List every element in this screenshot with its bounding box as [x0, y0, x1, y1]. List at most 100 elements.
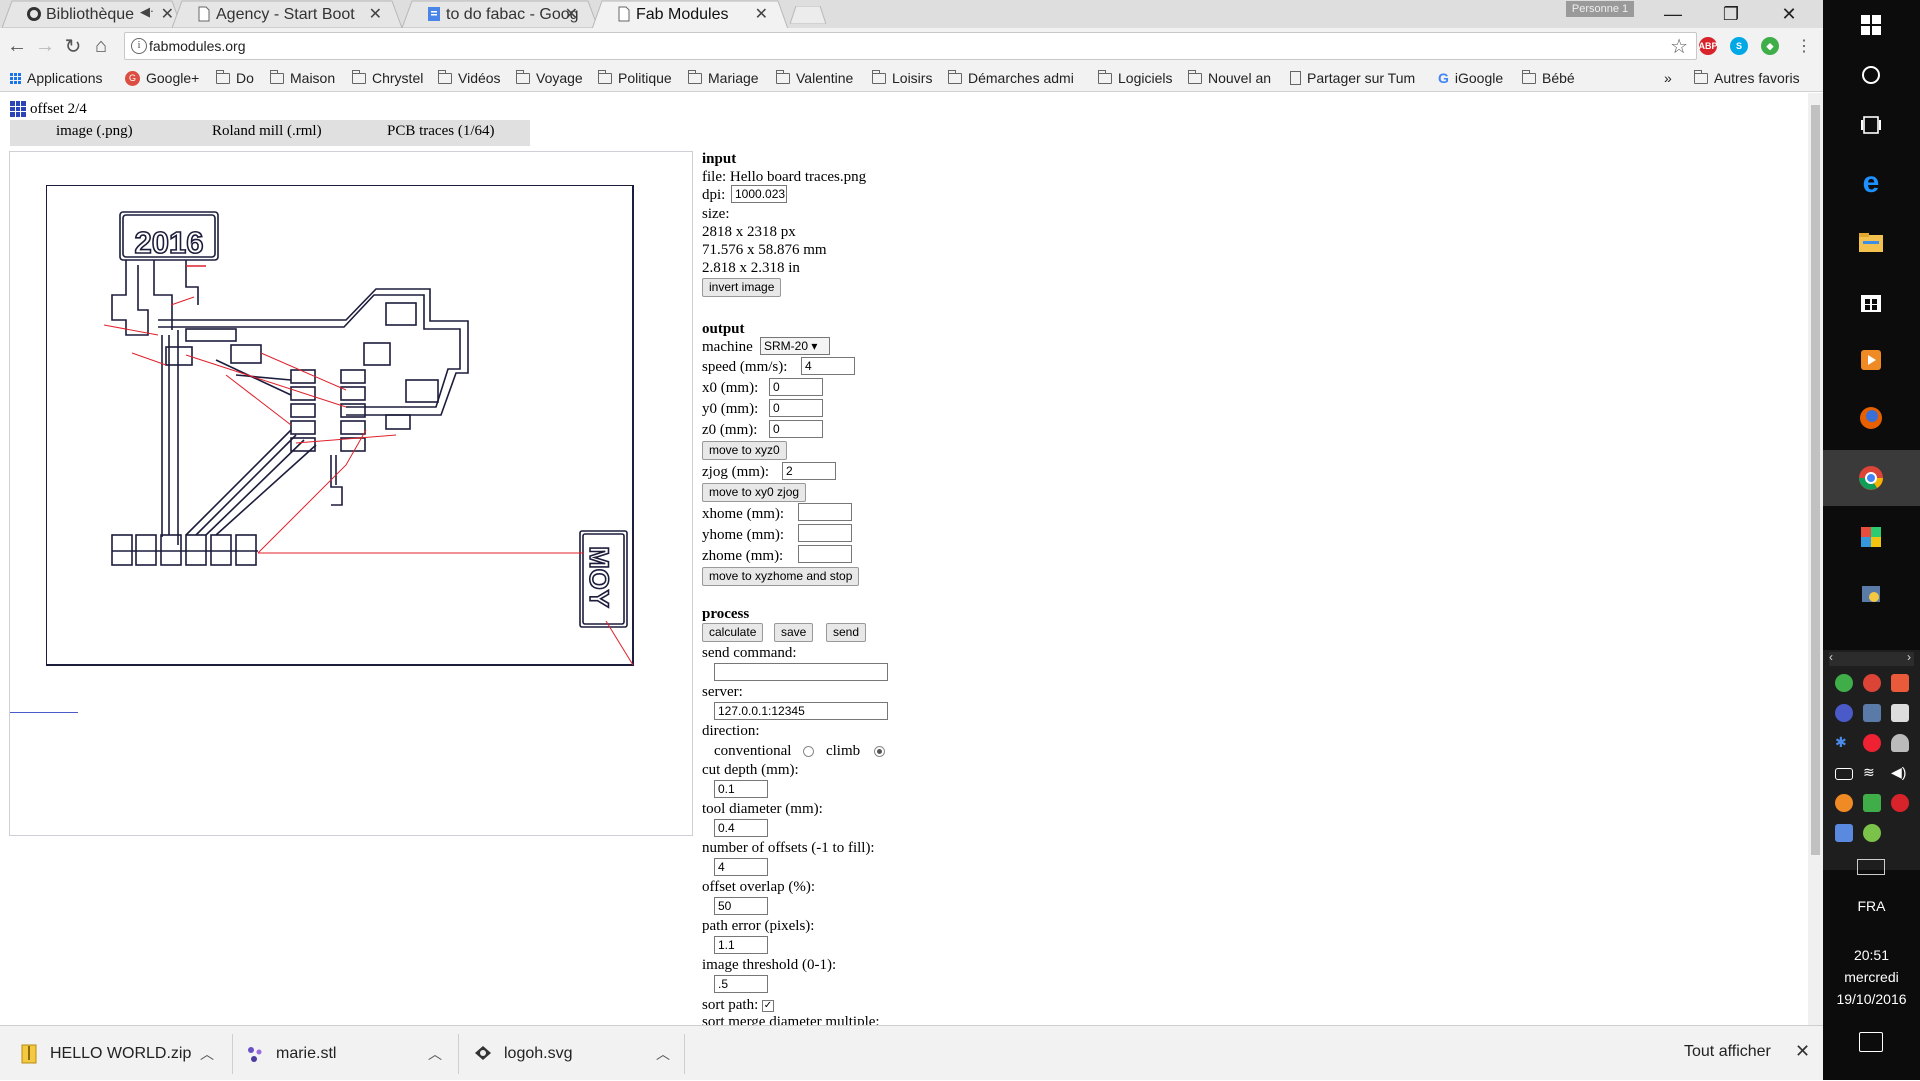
inkscape-tray-icon[interactable] — [1891, 704, 1909, 722]
tool-diameter-input[interactable]: 0.4 — [714, 819, 768, 837]
sync-tray-icon[interactable] — [1835, 704, 1853, 722]
send-button[interactable]: send — [826, 623, 867, 642]
x0-input[interactable]: 0 — [769, 378, 823, 396]
download-item-stl[interactable]: marie.stl ︿ — [246, 1026, 446, 1081]
bookmark-politique[interactable]: Politique — [598, 68, 672, 88]
zhome-input[interactable] — [798, 545, 852, 563]
chevron-right-icon[interactable]: › — [1907, 650, 1911, 664]
save-button[interactable]: save — [774, 623, 814, 642]
calculate-button[interactable]: calculate — [702, 623, 764, 642]
menu-icon[interactable]: ⋮ — [1792, 34, 1816, 58]
close-tab-icon[interactable]: ✕ — [565, 4, 578, 24]
move-to-xy0-zjog-button[interactable]: move to xy0 zjog — [702, 483, 807, 502]
app-tray-icon[interactable] — [1891, 674, 1909, 692]
language-indicator[interactable]: FRA — [1823, 898, 1920, 914]
bookmark-google-plus[interactable]: G Google+ — [125, 68, 199, 88]
climb-radio[interactable] — [873, 746, 885, 758]
bookmark-partager-tumblr[interactable]: Partager sur Tum — [1290, 68, 1415, 88]
forward-icon[interactable]: → — [33, 34, 57, 58]
task-view-icon[interactable] — [1851, 105, 1891, 145]
evernote-icon[interactable]: ◆ — [1761, 37, 1779, 55]
back-icon[interactable]: ← — [5, 34, 29, 58]
evernote-tray-icon[interactable] — [1835, 674, 1853, 692]
bookmark-do[interactable]: Do — [216, 68, 254, 88]
yhome-input[interactable] — [798, 524, 852, 542]
info-icon[interactable]: i — [131, 38, 147, 54]
vertical-scrollbar[interactable] — [1808, 93, 1823, 1025]
chrome-icon[interactable] — [1851, 458, 1891, 498]
clock[interactable]: 20:51 mercredi 19/10/2016 — [1823, 944, 1920, 1010]
tab-roland-mill[interactable]: Roland mill (.rml) — [212, 123, 322, 140]
speed-input[interactable]: 4 — [801, 357, 855, 375]
cut-depth-input[interactable]: 0.1 — [714, 780, 768, 798]
bookmark-demarches[interactable]: Démarches admi — [948, 68, 1074, 88]
bookmark-chrystel[interactable]: Chrystel — [352, 68, 423, 88]
sort-path-checkbox[interactable]: ✓ — [762, 999, 774, 1012]
chevron-up-icon[interactable]: ︿ — [656, 1044, 670, 1064]
conventional-radio[interactable] — [803, 746, 815, 758]
overlap-input[interactable]: 50 — [714, 897, 768, 915]
cortana-icon[interactable] — [1851, 55, 1891, 95]
tab-todo-fabac[interactable]: to do fabac - Googl ✕ — [402, 0, 599, 28]
wifi-icon[interactable]: ≋ — [1863, 764, 1881, 782]
xhome-input[interactable] — [798, 503, 852, 521]
scrollbar-thumb[interactable] — [1811, 105, 1820, 855]
new-tab-button[interactable] — [790, 6, 826, 24]
address-bar[interactable]: i fabmodules.org ☆ — [124, 32, 1697, 60]
battery-icon[interactable] — [1835, 768, 1853, 780]
close-tab-icon[interactable]: ✕ — [369, 4, 382, 24]
machine-select[interactable]: SRM-20 ▾ — [760, 337, 830, 355]
close-window-button[interactable]: ✕ — [1760, 0, 1818, 28]
z0-input[interactable]: 0 — [769, 420, 823, 438]
bookmark-voyage[interactable]: Voyage — [516, 68, 583, 88]
bookmark-applications[interactable]: Applications — [10, 68, 103, 88]
y0-input[interactable]: 0 — [769, 399, 823, 417]
chevron-up-icon[interactable]: ︿ — [428, 1044, 442, 1064]
tray-scrollbar[interactable] — [1829, 652, 1914, 666]
dropbox-tray-icon[interactable] — [1863, 794, 1881, 812]
green-app-tray-icon[interactable] — [1863, 824, 1881, 842]
red-app-tray-icon[interactable] — [1891, 794, 1909, 812]
server-input[interactable]: 127.0.0.1:12345 — [714, 702, 888, 720]
bookmark-mariage[interactable]: Mariage — [688, 68, 759, 88]
bookmark-maison[interactable]: Maison — [270, 68, 335, 88]
home-icon[interactable]: ⌂ — [89, 34, 113, 58]
tab-image-png[interactable]: image (.png) — [56, 123, 133, 140]
bookmark-logiciels[interactable]: Logiciels — [1098, 68, 1172, 88]
chevron-left-icon[interactable]: ‹ — [1829, 650, 1833, 664]
offsets-input[interactable]: 4 — [714, 858, 768, 876]
download-item-svg[interactable]: logoh.svg ︿ — [474, 1026, 674, 1081]
bookmark-loisirs[interactable]: Loisirs — [872, 68, 932, 88]
threshold-input[interactable]: .5 — [714, 975, 768, 993]
close-downloads-icon[interactable]: ✕ — [1795, 1041, 1810, 1062]
store-icon[interactable] — [1851, 281, 1891, 321]
close-tab-icon[interactable]: ✕ — [755, 4, 768, 24]
onedrive-icon[interactable] — [1891, 734, 1909, 752]
speaker-icon[interactable]: ◀ᐧ — [140, 4, 153, 20]
bluetooth-icon[interactable]: ✱ — [1835, 734, 1853, 752]
invert-image-button[interactable]: invert image — [702, 278, 782, 297]
move-to-home-button[interactable]: move to xyzhome and stop — [702, 567, 860, 586]
keyboard-icon[interactable] — [1857, 859, 1885, 875]
chrome-tray-icon[interactable] — [1863, 674, 1881, 692]
skype-icon[interactable]: S — [1730, 37, 1748, 55]
bookmarks-overflow-button[interactable]: » — [1664, 68, 1672, 88]
office-icon[interactable] — [1851, 517, 1891, 557]
bookmark-videos[interactable]: Vidéos — [438, 68, 501, 88]
show-all-downloads-link[interactable]: Tout afficher — [1684, 1043, 1771, 1061]
bookmark-bebe[interactable]: Bébé — [1522, 68, 1575, 88]
download-item-zip[interactable]: HELLO WORLD.zip ︿ — [20, 1026, 220, 1081]
bookmark-valentine[interactable]: Valentine — [776, 68, 853, 88]
zjog-input[interactable]: 2 — [782, 462, 836, 480]
system-app-icon[interactable] — [1851, 575, 1891, 615]
bookmark-igoogle[interactable]: GiGoogle — [1438, 68, 1503, 88]
tab-fab-modules[interactable]: Fab Modules ✕ — [592, 0, 789, 29]
minimize-button[interactable]: — — [1644, 0, 1702, 28]
adblock-icon[interactable]: ABP — [1699, 37, 1718, 55]
profile-badge[interactable]: Personne 1 — [1566, 1, 1634, 17]
orange-app-tray-icon[interactable] — [1835, 794, 1853, 812]
file-explorer-icon[interactable] — [1851, 222, 1891, 262]
reload-icon[interactable]: ↻ — [61, 34, 85, 58]
volume-icon[interactable]: ◀) — [1891, 764, 1909, 782]
send-command-input[interactable] — [714, 663, 888, 681]
